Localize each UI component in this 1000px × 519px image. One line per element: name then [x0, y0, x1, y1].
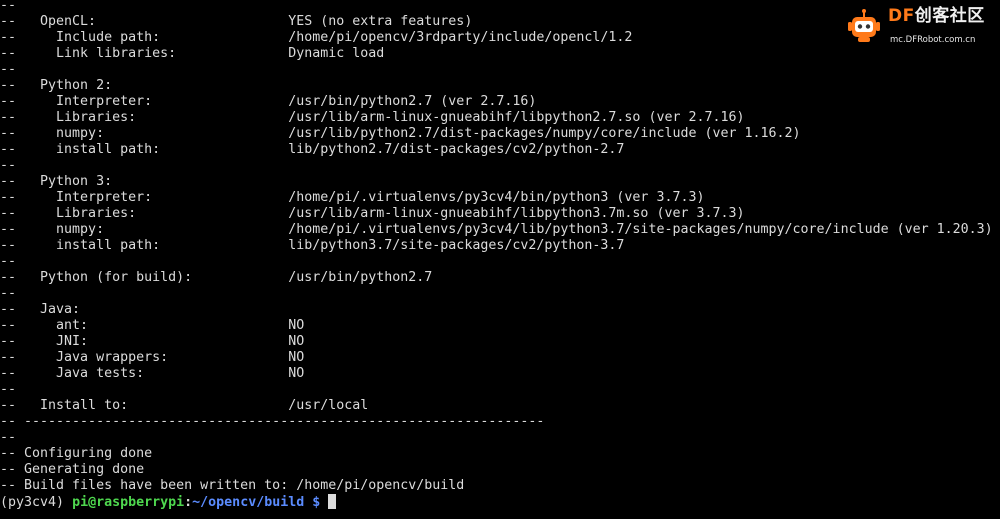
- output-line: --: [0, 430, 17, 445]
- output-line: --: [0, 158, 17, 173]
- brand-title: DF创客社区: [888, 6, 985, 26]
- brand-suffix: 创客社区: [914, 6, 985, 26]
- output-line: -- Python (for build): /usr/bin/python2.…: [0, 270, 433, 285]
- output-line: -- Python 2:: [0, 78, 113, 93]
- output-line: --: [0, 254, 17, 269]
- prompt-path: ~/opencv/build: [192, 495, 305, 510]
- output-line: -- Include path: /home/pi/opencv/3rdpart…: [0, 30, 633, 45]
- output-line: -- install path: lib/python3.7/site-pack…: [0, 238, 625, 253]
- prompt-symbol: $: [304, 495, 321, 510]
- output-line: -- Install to: /usr/local: [0, 398, 369, 413]
- output-line: -- Java tests: NO: [0, 366, 305, 381]
- output-line: -- Libraries: /usr/lib/arm-linux-gnueabi…: [0, 110, 745, 125]
- output-line: -- Python 3:: [0, 174, 113, 189]
- output-line: --: [0, 0, 17, 13]
- terminal-window[interactable]: -- -- OpenCL: YES (no extra features) --…: [0, 0, 1000, 519]
- shell-prompt[interactable]: (py3cv4) pi@raspberrypi:~/opencv/build $: [0, 494, 993, 510]
- robot-icon: [848, 9, 880, 42]
- text-cursor[interactable]: [328, 494, 337, 509]
- output-line: -- install path: lib/python2.7/dist-pack…: [0, 142, 625, 157]
- output-line: -- JNI: NO: [0, 334, 305, 349]
- output-line: -- Link libraries: Dynamic load: [0, 46, 385, 61]
- output-line: -- numpy: /usr/lib/python2.7/dist-packag…: [0, 126, 801, 141]
- terminal-output: -- -- OpenCL: YES (no extra features) --…: [0, 0, 993, 510]
- output-line: -- numpy: /home/pi/.virtualenvs/py3cv4/l…: [0, 222, 993, 237]
- prompt-venv: (py3cv4): [0, 495, 73, 510]
- output-line: -- -------------------------------------…: [0, 414, 545, 429]
- output-line: -- Interpreter: /home/pi/.virtualenvs/py…: [0, 190, 705, 205]
- brand-prefix: DF: [888, 6, 915, 26]
- output-line: --: [0, 286, 17, 301]
- dfrobot-watermark: DF创客社区 mc.DFRobot.com.cn: [846, 6, 986, 46]
- output-line: -- ant: NO: [0, 318, 305, 333]
- output-line: -- Java:: [0, 302, 81, 317]
- output-line: -- Interpreter: /usr/bin/python2.7 (ver …: [0, 94, 537, 109]
- output-line: -- Generating done: [0, 462, 145, 477]
- output-line: --: [0, 382, 17, 397]
- brand-url: mc.DFRobot.com.cn: [890, 35, 976, 45]
- output-line: -- Libraries: /usr/lib/arm-linux-gnueabi…: [0, 206, 745, 221]
- output-line: -- OpenCL: YES (no extra features): [0, 14, 473, 29]
- prompt-separator: :: [184, 495, 193, 510]
- prompt-user-host: pi@raspberrypi: [72, 495, 185, 510]
- output-line: -- Java wrappers: NO: [0, 350, 305, 365]
- output-line: -- Build files have been written to: /ho…: [0, 478, 465, 493]
- output-line: -- Configuring done: [0, 446, 153, 461]
- output-line: --: [0, 62, 17, 77]
